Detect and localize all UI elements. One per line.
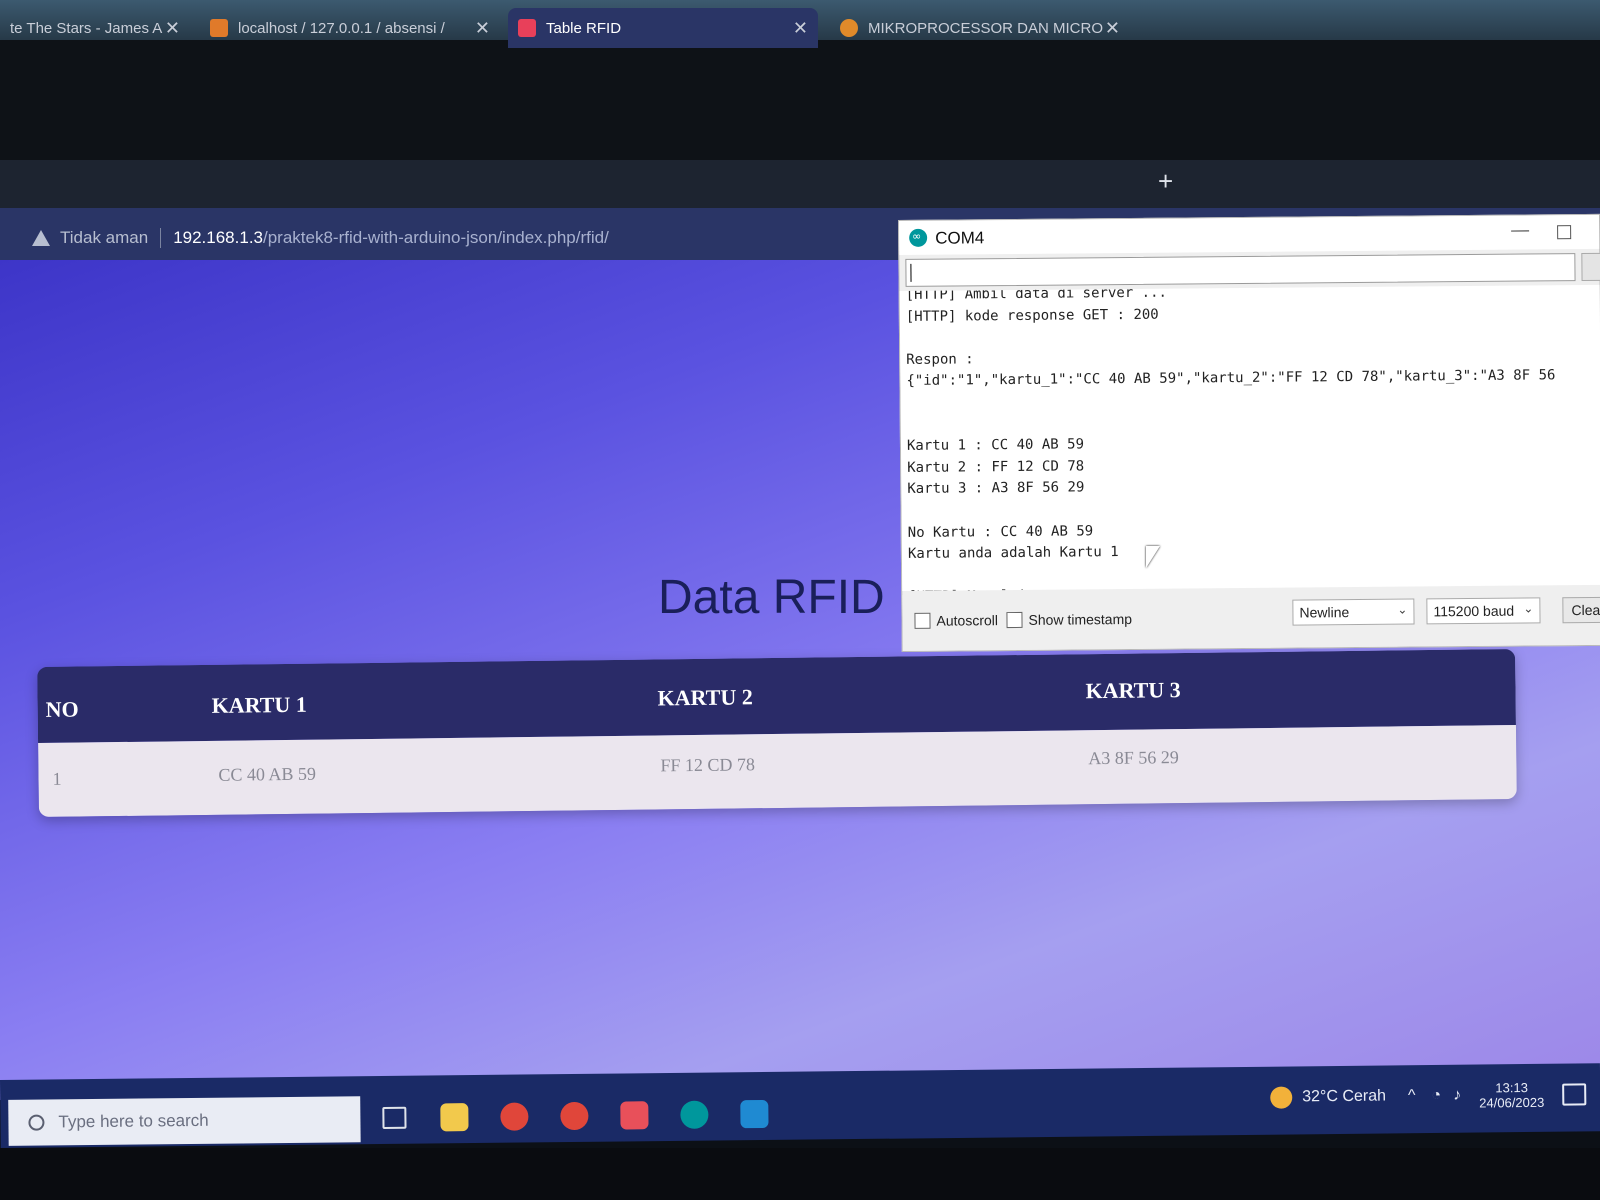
column-header-kartu-1: KARTU 1 — [211, 691, 307, 718]
serial-input-field[interactable] — [905, 253, 1576, 287]
address-bar[interactable]: Tidak aman 192.168.1.3/praktek8-rfid-wit… — [22, 222, 902, 254]
tab-label: localhost / 127.0.0.1 / absensi / — [238, 19, 445, 37]
clock-time: 13:13 — [1495, 1080, 1528, 1096]
phpmyadmin-icon — [210, 19, 228, 37]
weather-text[interactable]: 32°C Cerah — [1302, 1087, 1386, 1106]
clear-output-button[interactable]: Clear — [1562, 596, 1600, 624]
baud-rate-value: 115200 baud — [1433, 602, 1515, 620]
autoscroll-checkbox[interactable]: Autoscroll — [914, 612, 998, 629]
taskbar-search-box[interactable]: Type here to search — [8, 1096, 361, 1146]
tab-table-rfid[interactable]: Table RFID ✕ — [508, 8, 818, 48]
send-button[interactable] — [1581, 252, 1600, 282]
security-label[interactable]: Tidak aman — [60, 228, 148, 248]
clock[interactable]: 13:13 24/06/2023 — [1479, 1080, 1544, 1111]
divider — [160, 228, 162, 248]
new-tab-button[interactable]: + — [1158, 166, 1173, 197]
xampp-icon — [518, 19, 536, 37]
close-icon[interactable]: ✕ — [165, 18, 180, 39]
timestamp-label: Show timestamp — [1028, 610, 1133, 628]
clock-date: 24/06/2023 — [1479, 1094, 1545, 1111]
chevron-up-icon[interactable]: ^ — [1408, 1087, 1416, 1105]
serial-monitor-window: ∞ COM4 — [HTTP] Ambil data di server ...… — [898, 213, 1600, 652]
table-cell-no: 1 — [52, 768, 62, 789]
mouse-pointer-icon — [1146, 546, 1160, 568]
table-cell-kartu-3: A3 8F 56 29 — [1088, 747, 1179, 769]
serial-footer: Autoscroll Show timestamp Newline ⌄ 1152… — [902, 588, 1600, 651]
serial-output-text: [HTTP] Ambil data di server ... [HTTP] k… — [905, 284, 1556, 591]
close-icon[interactable]: ✕ — [793, 18, 808, 39]
column-header-no: NO — [45, 696, 79, 722]
browser-tab-bar — [0, 160, 1600, 208]
chevron-down-icon: ⌄ — [1523, 601, 1534, 616]
text-caret — [910, 263, 912, 282]
weather-icon — [1270, 1086, 1293, 1109]
window-title: COM4 — [935, 228, 985, 248]
url-path: /praktek8-rfid-with-arduino-json/index.p… — [263, 228, 609, 247]
xampp-icon[interactable] — [610, 1091, 659, 1140]
rfid-table: NO KARTU 1 KARTU 2 KARTU 3 1 CC 40 AB 59… — [37, 648, 1517, 818]
volume-icon[interactable]: ♪ — [1453, 1087, 1461, 1105]
monitor-bezel-top — [0, 40, 1600, 180]
file-explorer-icon[interactable] — [430, 1093, 479, 1142]
window-titlebar[interactable]: ∞ COM4 — — [899, 214, 1600, 255]
tab-label: te The Stars - James A — [10, 19, 163, 37]
search-icon — [28, 1114, 45, 1131]
arduino-icon[interactable] — [670, 1090, 719, 1139]
tab-music[interactable]: te The Stars - James A ✕ — [0, 8, 190, 48]
settings-gear-icon — [840, 19, 858, 37]
line-ending-select[interactable]: Newline ⌄ — [1292, 598, 1415, 626]
serial-output-area[interactable]: [HTTP] Ambil data di server ... [HTTP] k… — [899, 284, 1600, 591]
network-icon[interactable]: ◔ — [1431, 1087, 1441, 1105]
tab-mikroprocessor[interactable]: MIKROPROCESSOR DAN MICRO ✕ — [830, 8, 1130, 48]
autoscroll-label: Autoscroll — [936, 612, 999, 629]
column-header-kartu-2: KARTU 2 — [657, 684, 753, 711]
vscode-icon[interactable] — [730, 1090, 779, 1139]
url-host: 192.168.1.3 — [173, 228, 263, 247]
maximize-button[interactable] — [1557, 225, 1572, 240]
tab-phpmyadmin[interactable]: localhost / 127.0.0.1 / absensi / ✕ — [200, 8, 500, 48]
arduino-icon: ∞ — [909, 228, 928, 247]
line-ending-value: Newline — [1299, 604, 1350, 621]
tab-label: MIKROPROCESSOR DAN MICRO — [868, 19, 1104, 37]
search-placeholder: Type here to search — [58, 1110, 209, 1132]
checkbox-box[interactable] — [1006, 611, 1023, 629]
table-cell-kartu-1: CC 40 AB 59 — [218, 763, 317, 785]
column-header-kartu-3: KARTU 3 — [1085, 677, 1181, 704]
task-view-icon[interactable] — [370, 1094, 419, 1143]
close-icon[interactable]: ✕ — [475, 18, 490, 39]
baud-rate-select[interactable]: 115200 baud ⌄ — [1426, 597, 1541, 625]
close-icon[interactable]: ✕ — [1105, 18, 1120, 39]
monitor-bezel-bottom — [0, 1148, 1600, 1200]
system-tray: 32°C Cerah ^ ◔ ♪ 13:13 24/06/2023 — [1270, 1079, 1587, 1112]
notification-icon[interactable] — [1562, 1083, 1587, 1106]
checkbox-box[interactable] — [914, 612, 931, 629]
table-cell-kartu-2: FF 12 CD 78 — [660, 754, 756, 776]
warning-icon — [32, 230, 50, 246]
minimize-button[interactable]: — — [1511, 219, 1529, 240]
page-title: Data RFID — [658, 571, 885, 624]
chevron-down-icon: ⌄ — [1397, 602, 1408, 617]
chrome-icon[interactable] — [550, 1092, 599, 1141]
chrome-icon[interactable] — [490, 1092, 539, 1141]
tab-label: Table RFID — [546, 19, 622, 37]
show-timestamp-checkbox[interactable]: Show timestamp — [1006, 610, 1133, 629]
